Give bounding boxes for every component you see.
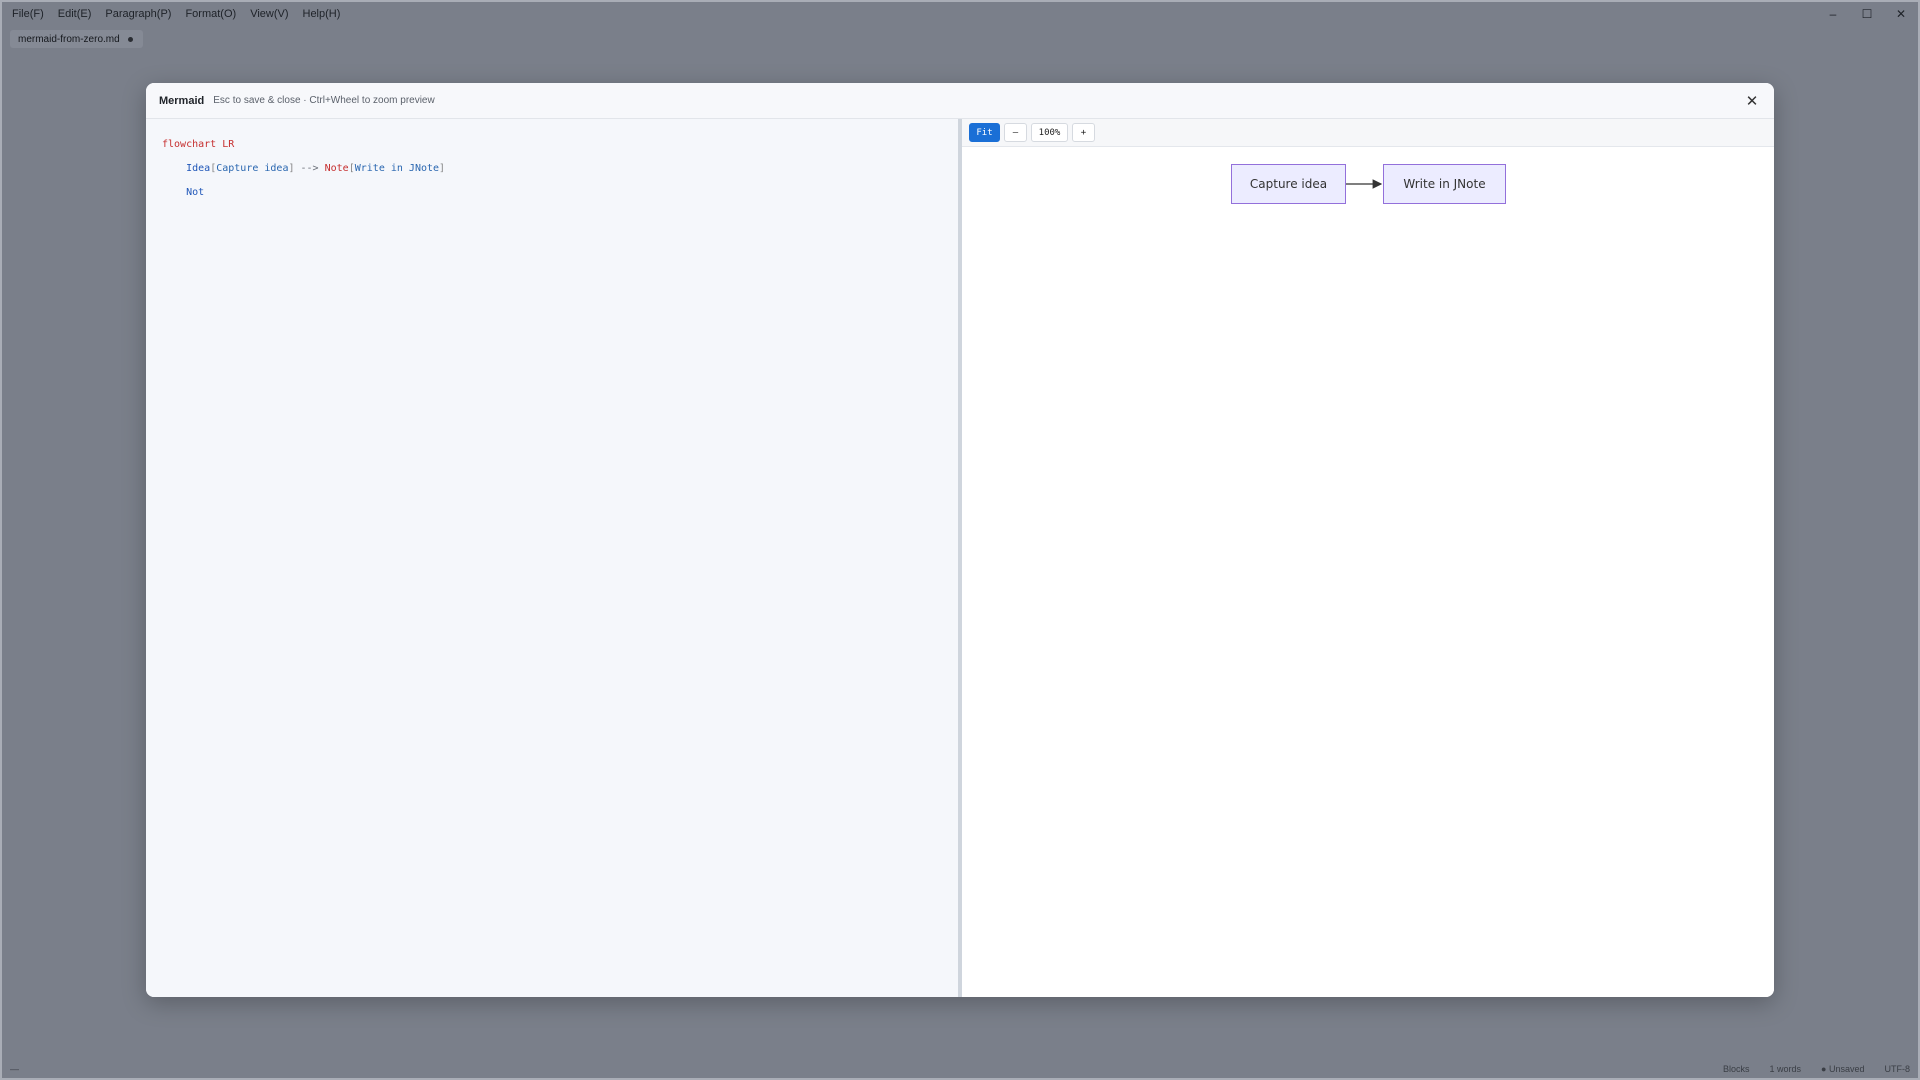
code-line-1: flowchart LR [162, 137, 958, 161]
code-editor[interactable]: flowchart LR Idea[Capture idea] --> Note… [146, 119, 958, 997]
node-capture-idea: Capture idea [1231, 164, 1346, 204]
code-bracket-close: ] [439, 163, 446, 174]
zoom-level: 100% [1031, 123, 1068, 142]
diagram-canvas[interactable]: Capture idea Write in JNote [962, 147, 1774, 997]
code-line-3: Not [162, 185, 958, 209]
preview-toolbar: Fit – 100% + [962, 119, 1774, 147]
code-line-2: Idea[Capture idea] --> Note[Write in JNo… [162, 161, 958, 185]
code-node-text-note: Write in JNote [354, 163, 440, 174]
edge-idea-note [1346, 179, 1383, 189]
modal-hint: Esc to save & close · Ctrl+Wheel to zoom… [213, 95, 435, 106]
code-arrow: --> [294, 163, 325, 174]
preview-pane: Fit – 100% + Capture idea Write in JNote [962, 119, 1774, 997]
modal-header: Mermaid Esc to save & close · Ctrl+Wheel… [146, 83, 1774, 119]
code-node-id-idea: Idea [186, 163, 211, 174]
code-node-text-idea: Capture idea [216, 163, 289, 174]
code-keyword: flowchart LR [162, 139, 235, 150]
fit-button[interactable]: Fit [969, 123, 1000, 142]
zoom-in-button[interactable]: + [1072, 123, 1095, 142]
close-icon[interactable]: ✕ [1742, 91, 1762, 111]
zoom-out-button[interactable]: – [1004, 123, 1027, 142]
code-node-id-note: Note [324, 163, 349, 174]
code-partial-text: Not [186, 187, 205, 198]
modal-title: Mermaid [159, 94, 205, 107]
modal-overlay: Mermaid Esc to save & close · Ctrl+Wheel… [0, 0, 1920, 1080]
node-write-in-jnote: Write in JNote [1383, 164, 1506, 204]
mermaid-modal: Mermaid Esc to save & close · Ctrl+Wheel… [146, 83, 1774, 997]
